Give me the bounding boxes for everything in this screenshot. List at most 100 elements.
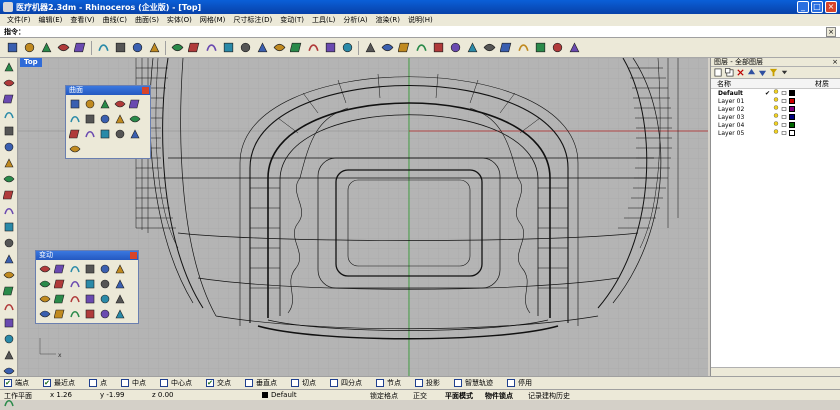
top-viewport[interactable]: Top x 曲面 变动 [18,58,708,376]
filter-icon[interactable] [769,68,778,77]
light-bulb-icon[interactable] [773,121,779,129]
sweep-icon[interactable] [2,284,16,298]
blend-surface-icon[interactable] [68,127,82,141]
layers-horizontal-scrollbar[interactable] [711,367,840,376]
light-bulb-icon[interactable] [396,40,412,56]
drape-icon[interactable] [68,142,82,156]
layer-row[interactable]: Layer 03 [711,113,840,121]
edge-surface-icon[interactable] [83,97,97,111]
trim-icon[interactable] [2,236,16,250]
osnap-checkbox[interactable] [376,379,384,387]
menu-item-4[interactable]: 曲面(S) [131,15,163,25]
layer-row[interactable]: Layer 04 [711,121,840,129]
bend-icon[interactable] [68,277,82,291]
zoom-extents-icon[interactable] [237,40,253,56]
menu-item-12[interactable]: 说明(H) [404,15,437,25]
menu-item-5[interactable]: 实体(O) [163,15,196,25]
lock-icon[interactable] [413,40,429,56]
column-name[interactable]: 名称 [711,79,815,89]
sphere-surface-icon[interactable] [98,97,112,111]
osnap-checkbox[interactable] [291,379,299,387]
smooth-icon[interactable] [83,292,97,306]
osnap-checkbox[interactable] [415,379,423,387]
osnap-option[interactable]: 投影 [415,378,440,388]
copy-icon[interactable] [112,40,128,56]
boolean-icon[interactable] [2,252,16,266]
layer-row[interactable]: Default ✔ [711,89,840,97]
sweep2-icon[interactable] [128,112,142,126]
set-points-icon[interactable] [98,292,112,306]
twist-icon[interactable] [53,277,67,291]
globe-icon[interactable] [515,40,531,56]
scale1d-icon[interactable] [53,307,67,321]
menu-item-7[interactable]: 尺寸标注(D) [229,15,276,25]
fillet-icon[interactable] [2,220,16,234]
ellipse-icon[interactable] [2,124,16,138]
zoom-all-icon[interactable] [271,40,287,56]
rotate3d-icon[interactable] [38,307,52,321]
current-layer-check[interactable]: ✔ [765,90,773,97]
dimension-icon[interactable] [2,348,16,362]
array-icon[interactable] [113,262,127,276]
move-icon[interactable] [2,316,16,330]
menu-item-10[interactable]: 分析(A) [339,15,371,25]
move-up-icon[interactable] [747,68,756,77]
render-sphere-icon[interactable] [464,40,480,56]
project-icon[interactable] [113,277,127,291]
layer-color-swatch[interactable] [789,98,795,104]
osnap-option[interactable]: ✔ 交点 [206,378,231,388]
point-icon[interactable] [2,332,16,346]
move-icon[interactable] [38,262,52,276]
color-wheel-icon[interactable] [447,40,463,56]
layer-row[interactable]: Layer 01 [711,97,840,105]
transform-palette-title[interactable]: 变动 [36,251,138,260]
transform-icon[interactable] [2,300,16,314]
mirror-icon[interactable] [98,262,112,276]
zoom-window-icon[interactable] [220,40,236,56]
rect-surface-icon[interactable] [113,97,127,111]
zoom-selected-icon[interactable] [254,40,270,56]
network-surface-icon[interactable] [83,112,97,126]
capture-icon[interactable] [362,40,378,56]
osnap-option[interactable]: 垂直点 [245,378,277,388]
transform-palette-close-button[interactable] [130,252,137,259]
copy-object-icon[interactable] [53,262,67,276]
osnap-option[interactable]: 点 [89,378,107,388]
osnap-checkbox[interactable] [121,379,129,387]
cut-icon[interactable] [95,40,111,56]
menu-item-1[interactable]: 编辑(E) [35,15,67,25]
remap-icon[interactable] [113,307,127,321]
paste-icon[interactable] [129,40,145,56]
sun-icon[interactable] [379,40,395,56]
layer-row[interactable]: Layer 02 [711,105,840,113]
osnap-checkbox[interactable] [245,379,253,387]
surface-palette-close-button[interactable] [142,87,149,94]
osnap-option[interactable]: 智慧轨迹 [454,378,493,388]
offset-surface-icon[interactable] [83,127,97,141]
revolve-icon[interactable] [2,268,16,282]
osnap-option[interactable]: 节点 [376,378,401,388]
layers-panel-close-button[interactable]: × [832,59,838,66]
loft-icon[interactable] [128,97,142,111]
pan-hand-icon[interactable] [169,40,185,56]
layer-color-swatch[interactable] [789,130,795,136]
menu-item-8[interactable]: 变动(T) [276,15,308,25]
layer-color-swatch[interactable] [789,106,795,112]
curve-icon[interactable] [2,140,16,154]
menu-item-0[interactable]: 文件(F) [3,15,35,25]
lock-icon[interactable] [781,89,787,97]
open-folder-icon[interactable] [21,40,37,56]
shear-icon[interactable] [53,292,67,306]
wireframe-icon[interactable] [430,40,446,56]
lock-icon[interactable] [781,113,787,121]
align-icon[interactable] [38,292,52,306]
orient-icon[interactable] [38,277,52,291]
close-button[interactable]: × [825,1,837,13]
layer-color-swatch[interactable] [789,114,795,120]
orbit-icon[interactable] [322,40,338,56]
taper-icon[interactable] [83,277,97,291]
patch-icon[interactable] [68,112,82,126]
sweep1-icon[interactable] [113,112,127,126]
arc-icon[interactable] [2,108,16,122]
array-curve-icon[interactable] [98,307,112,321]
